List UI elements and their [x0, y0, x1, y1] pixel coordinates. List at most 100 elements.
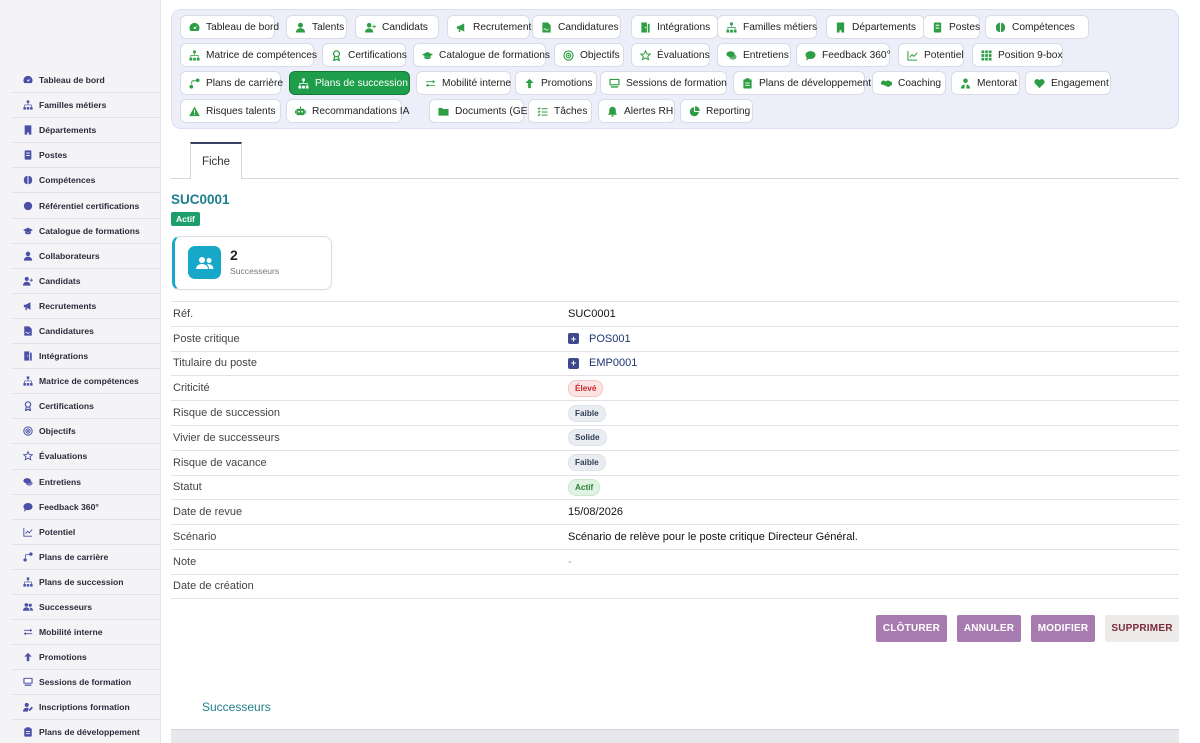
sidebar-item-referentiel-certifications[interactable]: Référentiel certifications — [12, 193, 160, 219]
sidebar-item-inscriptions-formation[interactable]: Inscriptions formation — [12, 695, 160, 721]
detail-label: Scénario — [173, 531, 217, 544]
user-tie-icon — [295, 21, 306, 33]
sidebar-item-familles-metiers[interactable]: Familles métiers — [12, 93, 160, 119]
detail-row-date-de-revue: Date de revue 15/08/2026 — [171, 499, 1179, 524]
reference-link[interactable]: + POS001 — [568, 333, 631, 345]
nav-chip-postes[interactable]: Postes — [923, 15, 980, 39]
nav-chip-objectifs[interactable]: Objectifs — [554, 43, 624, 67]
door-icon — [22, 351, 33, 362]
sidebar-item-catalogue-de-formations[interactable]: Catalogue de formations — [12, 219, 160, 244]
sidebar-item-departements[interactable]: Départements — [12, 118, 160, 144]
nav-chip-candidats[interactable]: Candidats — [355, 15, 439, 39]
stat-label: Successeurs — [230, 266, 280, 276]
mentor-icon — [960, 77, 971, 89]
nav-chip-coaching[interactable]: Coaching — [872, 71, 946, 95]
sidebar-item-promotions[interactable]: Promotions — [12, 645, 160, 671]
tab-divider — [171, 178, 1179, 179]
nav-chip-recommandations-ia[interactable]: Recommandations IA — [286, 99, 409, 123]
nav-chip-plans-de-carriere[interactable]: Plans de carrière — [180, 71, 284, 95]
delete-button[interactable]: SUPPRIMER — [1105, 615, 1179, 642]
sidebar-item-label: Plans de développement — [39, 727, 140, 738]
sidebar-item-objectifs[interactable]: Objectifs — [12, 419, 160, 445]
record-id: SUC0001 — [171, 192, 230, 207]
nav-chip-talents[interactable]: Talents — [286, 15, 347, 39]
nav-chip-mentorat[interactable]: Mentorat — [951, 71, 1020, 95]
nav-chip-label: Alertes RH — [624, 105, 674, 117]
nav-chip-risques-talents[interactable]: Risques talents — [180, 99, 281, 123]
nav-chip-taches[interactable]: Tâches — [528, 99, 592, 123]
sidebar-menu: Tableau de bord Familles métiers Départeme… — [12, 68, 160, 743]
comments-icon — [726, 49, 737, 61]
detail-value: Élevé — [568, 379, 604, 397]
nav-chip-alertes-rh[interactable]: Alertes RH — [598, 99, 675, 123]
megaphone-icon — [22, 300, 33, 311]
nav-chip-label: Tableau de bord — [206, 21, 280, 33]
clipboard-icon — [22, 727, 33, 738]
award-icon — [331, 49, 342, 61]
nav-chip-matrice-de-competences[interactable]: Matrice de compétences — [180, 43, 317, 67]
tab-fiche[interactable]: Fiche — [190, 142, 242, 179]
nav-chip-feedback-360[interactable]: Feedback 360° — [796, 43, 891, 67]
sidebar-item-collaborateurs[interactable]: Collaborateurs — [12, 244, 160, 269]
nav-chip-certifications[interactable]: Certifications — [322, 43, 407, 67]
sidebar-item-plans-de-developpement[interactable]: Plans de développement — [12, 720, 160, 743]
nav-chip-recrutements[interactable]: Recrutements — [447, 15, 536, 39]
nav-chip-documents-ged[interactable]: Documents (GED) — [429, 99, 538, 123]
cancel-button[interactable]: ANNULER — [957, 615, 1021, 642]
nav-chip-mobilite-interne[interactable]: Mobilité interne — [416, 71, 511, 95]
sidebar-item-integrations[interactable]: Intégrations — [12, 344, 160, 370]
value-badge: Élevé — [568, 379, 604, 397]
sidebar-item-plans-de-succession[interactable]: Plans de succession — [12, 570, 160, 595]
nav-chip-engagement[interactable]: Engagement — [1025, 71, 1111, 95]
nav-chip-candidatures[interactable]: Candidatures — [532, 15, 621, 39]
sidebar-item-matrice-de-competences[interactable]: Matrice de compétences — [12, 369, 160, 395]
sidebar-item-candidatures[interactable]: Candidatures — [12, 319, 160, 345]
sidebar-item-recrutements[interactable]: Recrutements — [12, 294, 160, 319]
nav-chip-reporting[interactable]: Reporting — [680, 99, 753, 123]
nav-chip-familles-metiers[interactable]: Familles métiers — [717, 15, 817, 39]
sidebar-item-postes[interactable]: Postes — [12, 143, 160, 169]
sidebar-item-label: Promotions — [39, 652, 87, 663]
user-edit-icon — [22, 702, 33, 713]
edit-button[interactable]: MODIFIER — [1031, 615, 1095, 642]
building-icon — [22, 125, 33, 136]
nav-chip-integrations[interactable]: Intégrations — [631, 15, 718, 39]
sidebar-item-competences[interactable]: Compétences — [12, 168, 160, 194]
detail-value: + POS001 — [568, 333, 631, 345]
nav-chip-plans-de-developpement[interactable]: Plans de développement — [733, 71, 871, 95]
nav-chip-label: Candidatures — [558, 21, 619, 33]
sidebar-item-mobilite-interne[interactable]: Mobilité interne — [12, 620, 160, 646]
sidebar-item-feedback-360[interactable]: Feedback 360° — [12, 495, 160, 520]
nav-chip-promotions[interactable]: Promotions — [515, 71, 597, 95]
nav-chip-competences[interactable]: Compétences — [985, 15, 1089, 39]
nav-chip-departements[interactable]: Départements — [826, 15, 925, 39]
sidebar-item-evaluations[interactable]: Évaluations — [12, 444, 160, 470]
sidebar-item-entretiens[interactable]: Entretiens — [12, 470, 160, 495]
nav-chip-label: Catalogue de formations — [439, 49, 550, 61]
sidebar-item-potentiel[interactable]: Potentiel — [12, 520, 160, 545]
sidebar-item-candidats[interactable]: Candidats — [12, 269, 160, 294]
sidebar-item-plans-de-carriere[interactable]: Plans de carrière — [12, 545, 160, 570]
user-plus-icon — [22, 275, 33, 286]
sidebar-item-sessions-de-formation[interactable]: Sessions de formation — [12, 670, 160, 696]
close-button[interactable]: CLÔTURER — [876, 615, 947, 642]
dashboard-icon — [189, 21, 200, 33]
sidebar-item-label: Plans de carrière — [39, 551, 109, 562]
nav-chip-position-9-box[interactable]: Position 9-box — [972, 43, 1063, 67]
nav-chip-plans-de-succession[interactable]: Plans de succession — [289, 71, 410, 95]
nav-chip-catalogue-de-formations[interactable]: Catalogue de formations — [413, 43, 550, 67]
reference-link[interactable]: + EMP0001 — [568, 357, 637, 369]
value-badge: Solide — [568, 429, 607, 447]
detail-row-risque-de-succession: Risque de succession Faible — [171, 400, 1179, 425]
nav-chip-potentiel[interactable]: Potentiel — [898, 43, 964, 67]
sidebar-item-certifications[interactable]: Certifications — [12, 394, 160, 420]
nav-chip-sessions-de-formation[interactable]: Sessions de formation — [600, 71, 727, 95]
sidebar-item-label: Candidats — [39, 275, 81, 286]
nav-chip-evaluations[interactable]: Évaluations — [631, 43, 710, 67]
sidebar-item-tableau-de-bord[interactable]: Tableau de bord — [12, 68, 160, 94]
nav-chip-label: Plans de carrière — [206, 77, 284, 89]
detail-row-date-de-creation: Date de création — [171, 573, 1179, 599]
sidebar-item-successeurs[interactable]: Successeurs — [12, 595, 160, 621]
nav-chip-tableau-de-bord[interactable]: Tableau de bord — [180, 15, 279, 39]
nav-chip-entretiens[interactable]: Entretiens — [717, 43, 791, 67]
